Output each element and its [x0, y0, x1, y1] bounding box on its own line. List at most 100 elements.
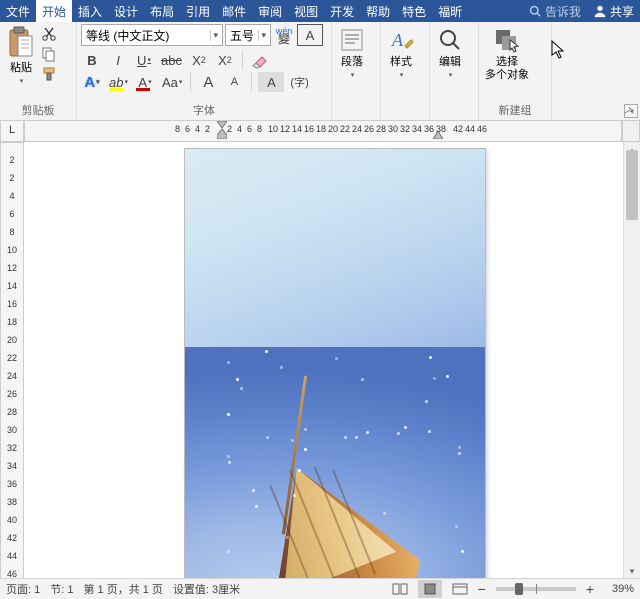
select-multiple-button[interactable]: 选择 多个对象 — [483, 24, 531, 84]
group-editing: 编辑 ▾ — [430, 22, 479, 120]
scroll-thumb[interactable] — [626, 150, 638, 220]
bold-button[interactable]: B — [81, 50, 103, 70]
paragraph-label: 段落 — [341, 56, 363, 69]
page-icon — [422, 583, 438, 595]
superscript-button[interactable]: X2 — [214, 50, 236, 70]
menu-tab-7[interactable]: 审阅 — [252, 0, 288, 22]
menu-tab-1[interactable]: 开始 — [36, 0, 72, 22]
paragraph-icon — [338, 26, 366, 54]
group-clipboard: 粘贴 ▾ 剪贴板 ↘ — [0, 22, 77, 120]
font-name-value: 等线 (中文正文) — [86, 27, 169, 44]
subscript-button[interactable]: X2 — [188, 50, 210, 70]
menu-tab-3[interactable]: 设计 — [108, 0, 144, 22]
zoom-slider[interactable] — [496, 587, 576, 591]
menu-tab-0[interactable]: 文件 — [0, 0, 36, 22]
collapse-ribbon-button[interactable]: ︿ — [624, 101, 634, 116]
find-icon — [436, 26, 464, 54]
select-label-1: 选择 — [496, 56, 518, 69]
menu-tab-8[interactable]: 视图 — [288, 0, 324, 22]
italic-button[interactable]: I — [107, 50, 129, 70]
char-shading-button[interactable]: A — [258, 72, 284, 92]
menu-bar: 文件开始插入设计布局引用邮件审阅视图开发帮助特色福昕 告诉我 共享 — [0, 0, 640, 22]
change-case-button[interactable]: Aa▾ — [160, 72, 184, 92]
shrink-font-button[interactable]: A — [223, 72, 245, 92]
styles-icon: A — [387, 26, 415, 54]
brush-icon — [41, 66, 57, 82]
status-page-of[interactable]: 第 1 页，共 1 页 — [83, 581, 162, 597]
highlight-button[interactable]: ab▾ — [107, 72, 130, 92]
phonetic-guide-button[interactable]: wén變 — [273, 25, 295, 45]
person-icon — [593, 4, 607, 18]
menu-tab-5[interactable]: 引用 — [180, 0, 216, 22]
menu-tab-12[interactable]: 福昕 — [432, 0, 468, 22]
select-objects-icon — [492, 26, 522, 54]
font-group-label: 字体 — [81, 100, 327, 120]
text-effects-button[interactable]: A▾ — [81, 72, 103, 92]
status-set-value[interactable]: 设置值: 3厘米 — [173, 581, 240, 597]
font-size-value: 五号 — [230, 27, 254, 44]
zoom-out-button[interactable]: − — [478, 581, 486, 597]
book-icon — [392, 583, 408, 595]
svg-text:A: A — [391, 30, 404, 50]
copy-button[interactable] — [40, 46, 58, 62]
paste-icon — [6, 26, 36, 60]
status-section[interactable]: 节: 1 — [50, 581, 73, 597]
chevron-down-icon: ▾ — [20, 75, 24, 88]
status-page[interactable]: 页面: 1 — [6, 581, 40, 597]
vertical-scrollbar[interactable]: ▴ ▾ — [623, 142, 640, 579]
font-name-combo[interactable]: 等线 (中文正文)▾ — [81, 24, 223, 46]
char-border-button[interactable]: A — [297, 24, 323, 46]
menu-tab-4[interactable]: 布局 — [144, 0, 180, 22]
view-read-mode[interactable] — [388, 580, 412, 598]
horizontal-ruler[interactable]: 8642246810121416182022242628303234363842… — [24, 120, 622, 142]
menu-tab-11[interactable]: 特色 — [396, 0, 432, 22]
search-placeholder: 告诉我 — [545, 3, 581, 20]
editing-button[interactable]: 编辑 ▾ — [434, 24, 466, 84]
menu-tab-2[interactable]: 插入 — [72, 0, 108, 22]
clipboard-group-label: 剪贴板 — [4, 100, 72, 120]
font-size-combo[interactable]: 五号▾ — [225, 24, 271, 46]
underline-button[interactable]: U▾ — [133, 50, 155, 70]
strikethrough-button[interactable]: abc — [159, 50, 184, 70]
styles-button[interactable]: A 样式 ▾ — [385, 24, 417, 84]
document-area: L 86422468101214161820222426283032343638… — [0, 120, 640, 579]
tell-me-search[interactable]: 告诉我 — [523, 3, 587, 20]
chevron-down-icon: ▾ — [351, 69, 355, 82]
select-label-2: 多个对象 — [485, 69, 529, 82]
menu-tab-9[interactable]: 开发 — [324, 0, 360, 22]
hanging-indent-marker[interactable] — [217, 129, 227, 141]
search-icon — [529, 5, 541, 17]
page[interactable] — [184, 148, 486, 579]
document-canvas[interactable] — [24, 142, 623, 579]
cut-button[interactable] — [40, 26, 58, 42]
group-paragraph: 段落 ▾ — [332, 22, 381, 120]
styles-label: 样式 — [390, 56, 412, 69]
copy-icon — [41, 46, 57, 62]
share-button[interactable]: 共享 — [587, 3, 640, 20]
enclosed-char-button[interactable]: (字) — [288, 72, 310, 92]
zoom-in-button[interactable]: + — [586, 581, 594, 597]
share-label: 共享 — [610, 3, 634, 20]
menu-tab-6[interactable]: 邮件 — [216, 0, 252, 22]
grow-font-button[interactable]: A — [197, 72, 219, 92]
ribbon: 粘贴 ▾ 剪贴板 ↘ 等线 (中文正文)▾ 五号▾ wén變 A B I U▾ — [0, 22, 640, 121]
group-new: 选择 多个对象 新建组 — [479, 22, 552, 120]
font-color-button[interactable]: A▾ — [134, 72, 156, 92]
scissors-icon — [41, 26, 57, 42]
chevron-down-icon: ▾ — [400, 69, 404, 82]
paragraph-button[interactable]: 段落 ▾ — [336, 24, 368, 84]
clear-formatting-button[interactable] — [249, 50, 271, 70]
scroll-down-arrow[interactable]: ▾ — [624, 563, 640, 579]
group-font: 等线 (中文正文)▾ 五号▾ wén變 A B I U▾ abc X2 X2 A… — [77, 22, 332, 120]
eraser-icon — [251, 51, 269, 69]
paste-button[interactable]: 粘贴 ▾ — [4, 24, 38, 90]
format-painter-button[interactable] — [40, 66, 58, 82]
vertical-ruler[interactable]: 2246810121416182022242628303234363840424… — [0, 142, 24, 579]
chevron-down-icon: ▾ — [449, 69, 453, 82]
view-web-layout[interactable] — [448, 580, 472, 598]
zoom-level[interactable]: 39% — [600, 583, 634, 595]
paste-label: 粘贴 — [10, 62, 32, 75]
view-print-layout[interactable] — [418, 580, 442, 598]
ruler-corner[interactable]: L — [0, 120, 24, 142]
menu-tab-10[interactable]: 帮助 — [360, 0, 396, 22]
